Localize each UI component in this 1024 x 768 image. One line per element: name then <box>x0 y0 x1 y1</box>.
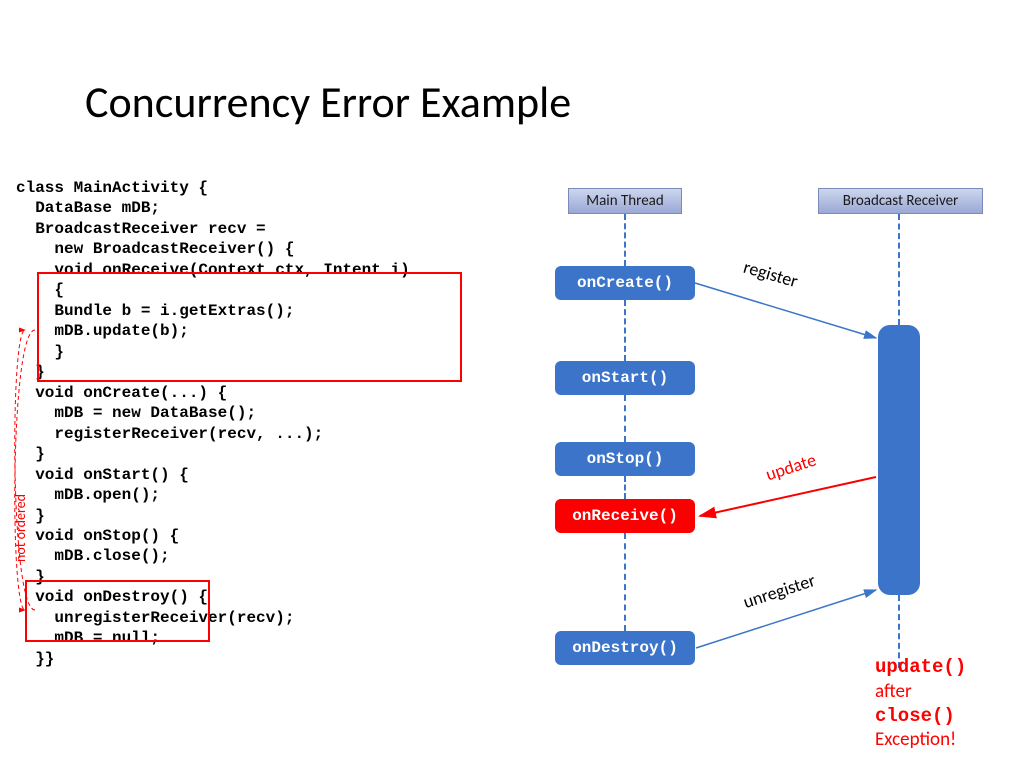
error-after: after <box>875 680 912 703</box>
header-main-thread: Main Thread <box>568 188 682 214</box>
label-register: register <box>741 256 800 292</box>
slide-title: Concurrency Error Example <box>85 75 571 129</box>
lifeline-main-4 <box>624 476 626 499</box>
lifeline-main-3 <box>624 395 626 442</box>
lifeline-main-2 <box>624 300 626 361</box>
box-ondestroy: onDestroy() <box>555 631 695 665</box>
box-oncreate: onCreate() <box>555 266 695 300</box>
box-onstart: onStart() <box>555 361 695 395</box>
label-unregister: unregister <box>740 569 818 613</box>
label-update: update <box>763 449 819 486</box>
highlight-box-onreceive <box>37 272 462 382</box>
error-update: update() <box>875 656 966 678</box>
lifeline-main-1 <box>624 214 626 266</box>
box-onreceive: onReceive() <box>555 499 695 533</box>
error-close: close() <box>875 705 955 727</box>
highlight-box-onstop <box>25 580 210 642</box>
lifeline-recv-1 <box>898 214 900 325</box>
header-broadcast-receiver: Broadcast Receiver <box>818 188 983 214</box>
error-exception: Exception! <box>875 728 956 751</box>
error-text: update() after close() Exception! <box>875 655 966 752</box>
box-onstop: onStop() <box>555 442 695 476</box>
not-ordered-label: not ordered <box>12 494 29 562</box>
lifeline-main-5 <box>624 533 626 631</box>
receiver-activation-bar <box>878 325 920 595</box>
